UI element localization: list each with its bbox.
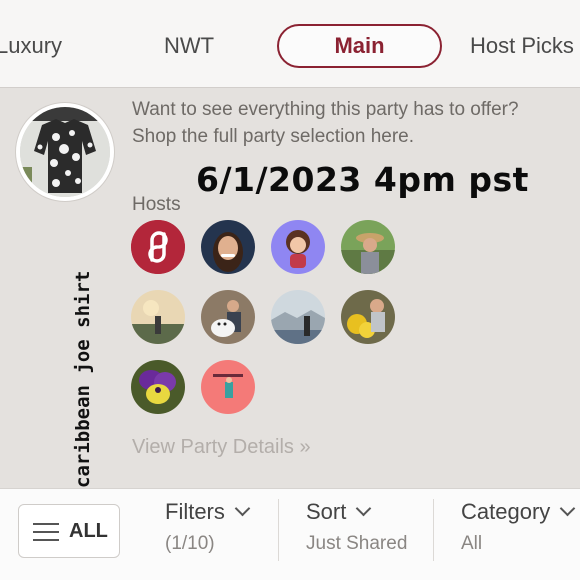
sort-value: Just Shared <box>306 533 408 554</box>
hosts-heading: Hosts <box>132 194 181 215</box>
chevron-down-icon <box>234 500 251 517</box>
hamburger-menu-icon <box>33 523 59 547</box>
host-avatar-7-icon[interactable] <box>271 290 325 344</box>
host-avatar-10-icon[interactable] <box>201 360 255 414</box>
tab-nwt[interactable]: NWT <box>164 24 214 68</box>
view-party-details-link[interactable]: View Party Details » <box>132 436 311 459</box>
party-intro-text[interactable]: Want to see everything this party has to… <box>132 96 552 150</box>
host-poshmark-logo-icon[interactable] <box>131 220 185 274</box>
all-button[interactable]: ALL <box>18 504 120 558</box>
category-dropdown[interactable]: Category All <box>461 499 576 555</box>
shirt-photo <box>20 107 110 197</box>
party-header: caribbean joe shirt Want to see everythi… <box>0 88 580 488</box>
sort-dropdown[interactable]: Sort Just Shared <box>306 499 407 555</box>
sort-title: Sort <box>306 499 347 524</box>
chevron-down-icon <box>560 500 576 517</box>
all-button-label: ALL <box>69 520 108 542</box>
chevron-down-icon <box>356 500 372 517</box>
filters-value: (1/10) <box>165 533 215 554</box>
divider <box>278 499 279 561</box>
filters-title: Filters <box>165 499 225 524</box>
category-value: All <box>461 533 483 554</box>
filters-dropdown[interactable]: Filters (1/10) <box>165 499 251 555</box>
party-tabs: Luxury NWT Main Host Picks <box>0 0 580 88</box>
host-avatar-5-icon[interactable] <box>131 290 185 344</box>
category-title: Category <box>461 499 551 524</box>
vertical-caption: caribbean joe shirt <box>72 270 94 488</box>
host-avatar-4-icon[interactable] <box>341 220 395 274</box>
host-avatar-2-icon[interactable] <box>201 220 255 274</box>
host-avatar-9-icon[interactable] <box>131 360 185 414</box>
filter-bar: ALL Filters (1/10) Sort Just Shared Cate… <box>0 488 580 580</box>
overlay-date-text: 6/1/2023 4pm pst <box>196 160 529 199</box>
divider <box>433 499 434 561</box>
tab-main[interactable]: Main <box>277 24 442 68</box>
host-avatar-8-icon[interactable] <box>341 290 395 344</box>
tab-luxury[interactable]: Luxury <box>0 24 62 68</box>
party-cover-image[interactable] <box>16 103 114 201</box>
tab-host-picks[interactable]: Host Picks <box>470 24 574 68</box>
host-avatar-6-icon[interactable] <box>201 290 255 344</box>
host-avatar-3-icon[interactable] <box>271 220 325 274</box>
